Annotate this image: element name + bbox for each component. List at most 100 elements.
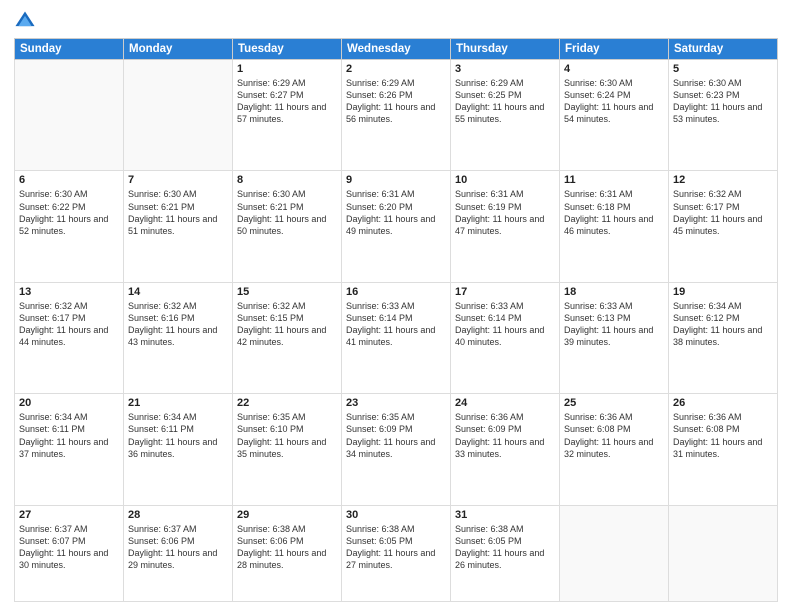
calendar-cell [124,60,233,171]
calendar-cell: 9 Sunrise: 6:31 AMSunset: 6:20 PMDaylight… [342,171,451,282]
calendar-cell: 28 Sunrise: 6:37 AMSunset: 6:06 PMDayligh… [124,505,233,601]
day-info: Sunrise: 6:32 AMSunset: 6:17 PMDaylight:… [673,188,773,237]
day-info: Sunrise: 6:30 AMSunset: 6:21 PMDaylight:… [128,188,228,237]
calendar-header-saturday: Saturday [669,39,778,60]
day-info: Sunrise: 6:30 AMSunset: 6:24 PMDaylight:… [564,77,664,126]
day-info: Sunrise: 6:36 AMSunset: 6:09 PMDaylight:… [455,411,555,460]
calendar-cell: 10 Sunrise: 6:31 AMSunset: 6:19 PMDayligh… [451,171,560,282]
day-number: 25 [564,397,664,409]
day-number: 31 [455,509,555,521]
calendar-cell: 15 Sunrise: 6:32 AMSunset: 6:15 PMDayligh… [233,282,342,393]
calendar-cell: 3 Sunrise: 6:29 AMSunset: 6:25 PMDaylight… [451,60,560,171]
day-number: 23 [346,397,446,409]
day-number: 19 [673,286,773,298]
calendar-header-wednesday: Wednesday [342,39,451,60]
calendar-cell: 1Sunrise: 6:29 AMSunset: 6:27 PMDaylight… [233,60,342,171]
day-number: 24 [455,397,555,409]
day-number: 18 [564,286,664,298]
day-info: Sunrise: 6:34 AMSunset: 6:12 PMDaylight:… [673,300,773,349]
calendar-week-1: 1Sunrise: 6:29 AMSunset: 6:27 PMDaylight… [15,60,778,171]
day-info: Sunrise: 6:38 AMSunset: 6:05 PMDaylight:… [455,523,555,572]
day-number: 27 [19,509,119,521]
day-info: Sunrise: 6:32 AMSunset: 6:15 PMDaylight:… [237,300,337,349]
day-info: Sunrise: 6:37 AMSunset: 6:06 PMDaylight:… [128,523,228,572]
calendar-cell: 17 Sunrise: 6:33 AMSunset: 6:14 PMDayligh… [451,282,560,393]
calendar-cell: 23Sunrise: 6:35 AMSunset: 6:09 PMDayligh… [342,394,451,505]
calendar-cell: 8 Sunrise: 6:30 AMSunset: 6:21 PMDaylight… [233,171,342,282]
calendar-cell: 2Sunrise: 6:29 AMSunset: 6:26 PMDaylight… [342,60,451,171]
calendar-cell: 12 Sunrise: 6:32 AMSunset: 6:17 PMDayligh… [669,171,778,282]
calendar-header-tuesday: Tuesday [233,39,342,60]
day-info: Sunrise: 6:33 AMSunset: 6:14 PMDaylight:… [455,300,555,349]
day-number: 9 [346,174,446,186]
calendar-cell: 21 Sunrise: 6:34 AMSunset: 6:11 PMDayligh… [124,394,233,505]
day-number: 7 [128,174,228,186]
day-info: Sunrise: 6:30 AMSunset: 6:23 PMDaylight:… [673,77,773,126]
day-number: 12 [673,174,773,186]
day-number: 21 [128,397,228,409]
calendar-header-sunday: Sunday [15,39,124,60]
logo-icon [14,10,36,32]
calendar-header-thursday: Thursday [451,39,560,60]
calendar-table: SundayMondayTuesdayWednesdayThursdayFrid… [14,38,778,602]
day-info: Sunrise: 6:35 AMSunset: 6:10 PMDaylight:… [237,411,337,460]
day-number: 10 [455,174,555,186]
calendar-cell: 13 Sunrise: 6:32 AMSunset: 6:17 PMDayligh… [15,282,124,393]
calendar-cell: 29 Sunrise: 6:38 AMSunset: 6:06 PMDayligh… [233,505,342,601]
calendar-cell [560,505,669,601]
day-number: 5 [673,63,773,75]
day-number: 29 [237,509,337,521]
day-number: 1 [237,63,337,75]
calendar-cell: 18Sunrise: 6:33 AMSunset: 6:13 PMDayligh… [560,282,669,393]
day-info: Sunrise: 6:36 AMSunset: 6:08 PMDaylight:… [564,411,664,460]
calendar-header-row: SundayMondayTuesdayWednesdayThursdayFrid… [15,39,778,60]
day-number: 26 [673,397,773,409]
day-number: 17 [455,286,555,298]
calendar-week-3: 13 Sunrise: 6:32 AMSunset: 6:17 PMDayligh… [15,282,778,393]
day-info: Sunrise: 6:31 AMSunset: 6:19 PMDaylight:… [455,188,555,237]
page: SundayMondayTuesdayWednesdayThursdayFrid… [0,0,792,612]
day-number: 3 [455,63,555,75]
day-info: Sunrise: 6:31 AMSunset: 6:20 PMDaylight:… [346,188,446,237]
day-info: Sunrise: 6:31 AMSunset: 6:18 PMDaylight:… [564,188,664,237]
day-number: 16 [346,286,446,298]
day-number: 15 [237,286,337,298]
logo [14,10,40,32]
calendar-cell: 5 Sunrise: 6:30 AMSunset: 6:23 PMDaylight… [669,60,778,171]
day-info: Sunrise: 6:34 AMSunset: 6:11 PMDaylight:… [19,411,119,460]
day-info: Sunrise: 6:32 AMSunset: 6:16 PMDaylight:… [128,300,228,349]
calendar-cell: 24 Sunrise: 6:36 AMSunset: 6:09 PMDayligh… [451,394,560,505]
calendar-cell: 11Sunrise: 6:31 AMSunset: 6:18 PMDayligh… [560,171,669,282]
day-number: 8 [237,174,337,186]
calendar-cell: 22 Sunrise: 6:35 AMSunset: 6:10 PMDayligh… [233,394,342,505]
day-info: Sunrise: 6:30 AMSunset: 6:22 PMDaylight:… [19,188,119,237]
day-info: Sunrise: 6:32 AMSunset: 6:17 PMDaylight:… [19,300,119,349]
calendar-week-4: 20Sunrise: 6:34 AMSunset: 6:11 PMDayligh… [15,394,778,505]
calendar-cell: 26Sunrise: 6:36 AMSunset: 6:08 PMDayligh… [669,394,778,505]
day-number: 2 [346,63,446,75]
day-info: Sunrise: 6:34 AMSunset: 6:11 PMDaylight:… [128,411,228,460]
day-info: Sunrise: 6:38 AMSunset: 6:06 PMDaylight:… [237,523,337,572]
day-info: Sunrise: 6:30 AMSunset: 6:21 PMDaylight:… [237,188,337,237]
calendar-header-monday: Monday [124,39,233,60]
calendar-week-5: 27 Sunrise: 6:37 AMSunset: 6:07 PMDayligh… [15,505,778,601]
calendar-cell: 7 Sunrise: 6:30 AMSunset: 6:21 PMDaylight… [124,171,233,282]
day-number: 4 [564,63,664,75]
calendar-cell: 31 Sunrise: 6:38 AMSunset: 6:05 PMDayligh… [451,505,560,601]
calendar-cell: 6Sunrise: 6:30 AMSunset: 6:22 PMDaylight… [15,171,124,282]
calendar-cell [669,505,778,601]
calendar-cell [15,60,124,171]
day-info: Sunrise: 6:33 AMSunset: 6:14 PMDaylight:… [346,300,446,349]
day-info: Sunrise: 6:29 AMSunset: 6:25 PMDaylight:… [455,77,555,126]
calendar-cell: 27 Sunrise: 6:37 AMSunset: 6:07 PMDayligh… [15,505,124,601]
calendar-week-2: 6Sunrise: 6:30 AMSunset: 6:22 PMDaylight… [15,171,778,282]
day-number: 30 [346,509,446,521]
day-number: 13 [19,286,119,298]
day-info: Sunrise: 6:37 AMSunset: 6:07 PMDaylight:… [19,523,119,572]
calendar-cell: 16 Sunrise: 6:33 AMSunset: 6:14 PMDayligh… [342,282,451,393]
day-number: 28 [128,509,228,521]
day-number: 22 [237,397,337,409]
calendar-cell: 20Sunrise: 6:34 AMSunset: 6:11 PMDayligh… [15,394,124,505]
calendar-cell: 4 Sunrise: 6:30 AMSunset: 6:24 PMDaylight… [560,60,669,171]
calendar-header-friday: Friday [560,39,669,60]
